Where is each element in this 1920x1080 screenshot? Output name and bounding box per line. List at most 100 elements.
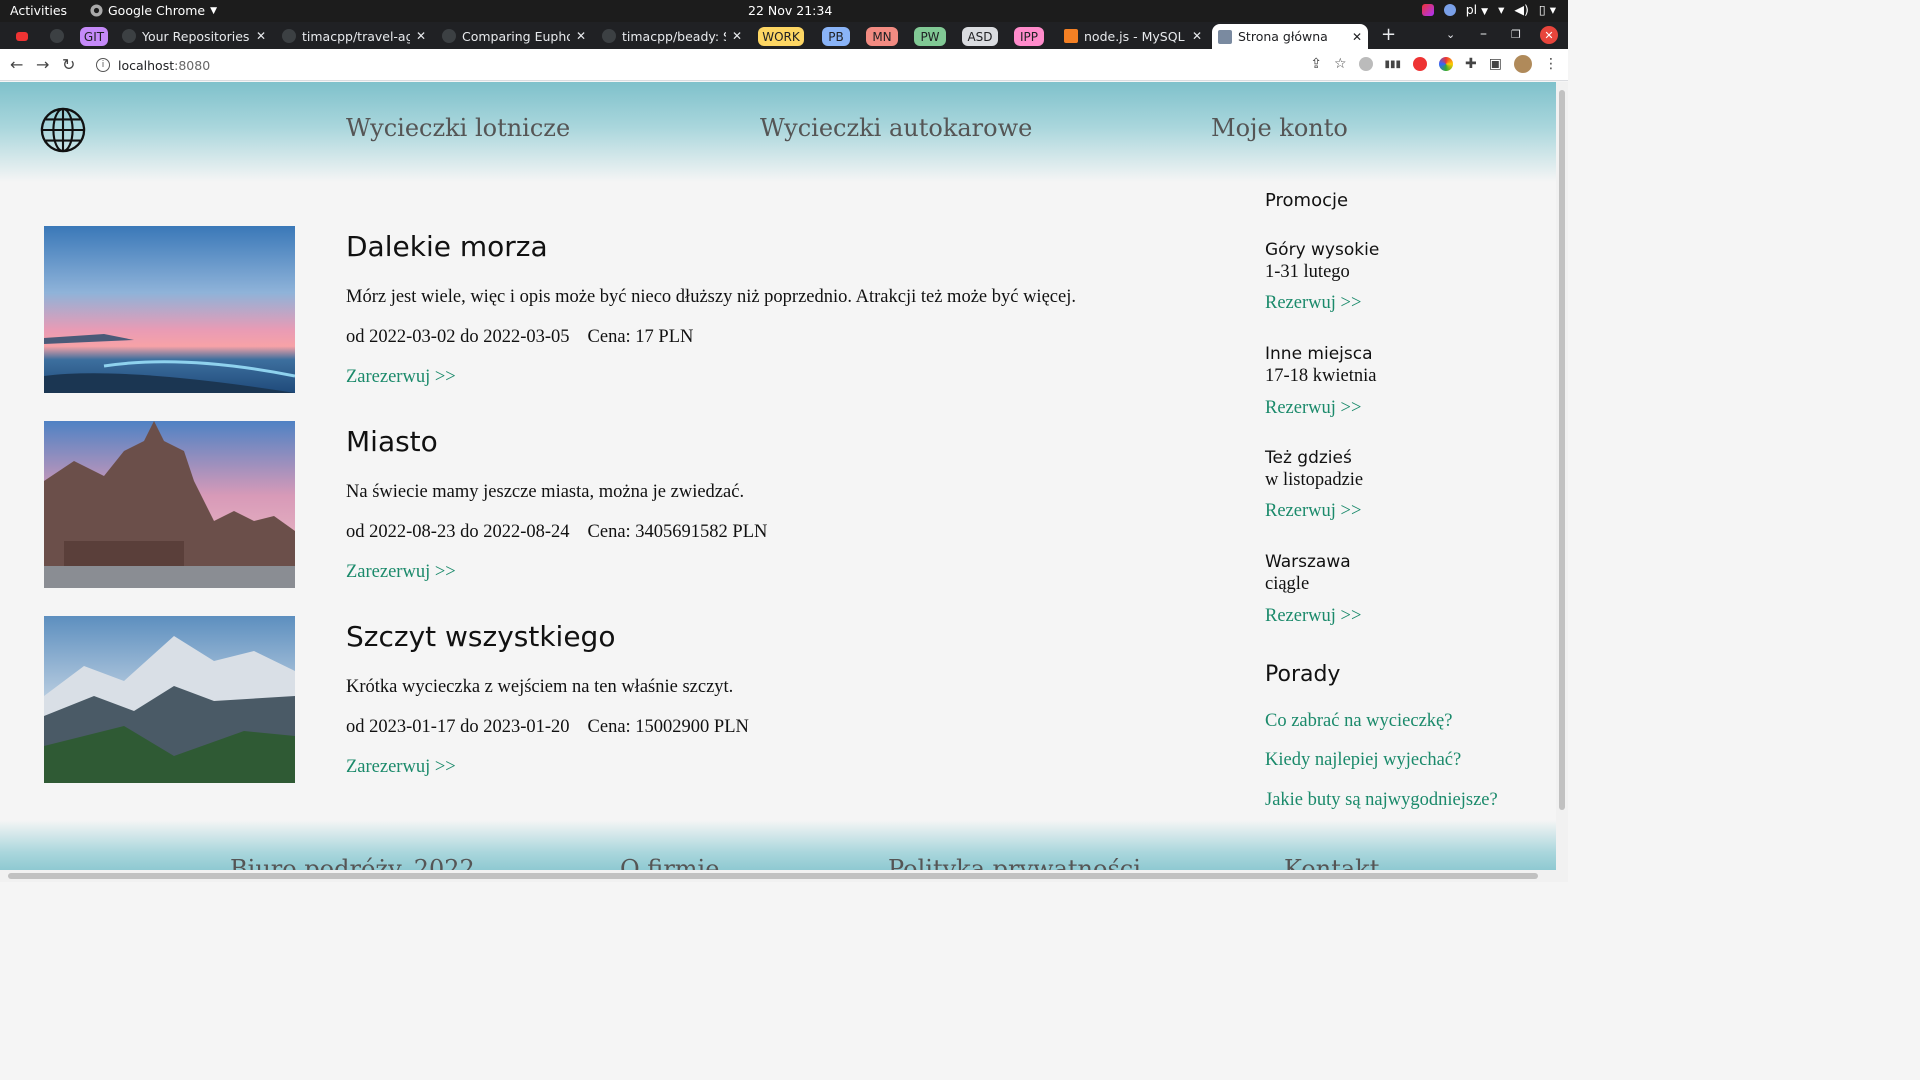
profile-avatar[interactable] — [1514, 55, 1532, 73]
offer-title: Miasto — [346, 425, 438, 458]
tab-group-git[interactable]: GIT — [80, 27, 108, 46]
extension-bars-icon[interactable]: ▮▮▮ — [1385, 59, 1402, 70]
share-icon[interactable]: ⇪ — [1310, 56, 1322, 72]
extensions-puzzle-icon[interactable]: ✚ — [1465, 56, 1477, 72]
close-icon[interactable]: ✕ — [256, 29, 266, 43]
language-indicator[interactable]: pl ▼ — [1466, 2, 1488, 17]
wifi-icon: ▾ — [1498, 2, 1505, 17]
chevron-down-icon: ▼ — [210, 5, 218, 16]
color-picker-icon[interactable] — [1421, 3, 1434, 16]
offer-dates: od 2022-08-23 do 2022-08-24 — [346, 522, 570, 542]
github-icon — [282, 29, 296, 43]
new-tab-button[interactable]: + — [1381, 24, 1396, 45]
tab-group-mn[interactable]: MN — [866, 27, 898, 46]
vertical-scrollbar[interactable] — [1556, 82, 1568, 870]
forward-button[interactable]: → — [36, 55, 49, 74]
tab-group-pb[interactable]: PB — [822, 27, 850, 46]
app-name: Google Chrome — [108, 3, 206, 18]
address-bar[interactable]: i localhost:8080 — [88, 53, 1348, 77]
menu-kebab-icon[interactable]: ⋮ — [1544, 56, 1558, 72]
footer-about-link[interactable]: O firmie — [620, 855, 719, 870]
tab-nodejs-mysql[interactable]: node.js - MySQL 8.0✕ — [1058, 25, 1208, 47]
browser-tab-strip: GIT Your Repositories ✕ timacpp/travel-ag… — [0, 22, 1568, 49]
pinned-tab-github[interactable] — [44, 25, 70, 47]
chevron-down-icon: ▼ — [1481, 7, 1489, 17]
clock[interactable]: 22 Nov 21:34 — [748, 3, 832, 18]
volume-icon: ◀) — [1514, 2, 1529, 17]
tab-group-work[interactable]: WORK — [758, 27, 804, 46]
offer-title: Szczyt wszystkiego — [346, 620, 616, 653]
reload-button[interactable]: ↻ — [62, 55, 75, 74]
github-icon — [442, 29, 456, 43]
reserve-link[interactable]: Zarezerwuj >> — [346, 757, 456, 778]
url-host: localhost — [118, 57, 175, 73]
tab-beady[interactable]: timacpp/beady: Sh✕ — [596, 25, 748, 47]
restore-button[interactable]: ❐ — [1511, 28, 1521, 41]
web-page: Wycieczki lotnicze Wycieczki autokarowe … — [0, 82, 1556, 870]
promo-reserve-link[interactable]: Rezerwuj >> — [1265, 293, 1361, 314]
activities-button[interactable]: Activities — [10, 3, 67, 18]
offer-image-city — [44, 421, 295, 588]
bookmark-star-icon[interactable]: ☆ — [1334, 56, 1347, 72]
offer-description: Na świecie mamy jeszcze miasta, można je… — [346, 482, 745, 502]
browser-toolbar: ← → ↻ i localhost:8080 ⇪ ☆ ▮▮▮ ✚ ▣ ⋮ — [0, 49, 1568, 81]
offer-price: Cena: 17 PLN — [587, 327, 694, 347]
close-icon[interactable]: ✕ — [732, 29, 742, 43]
tab-your-repositories[interactable]: Your Repositories ✕ — [116, 25, 272, 47]
chrome-icon — [90, 4, 103, 17]
promo-reserve-link[interactable]: Rezerwuj >> — [1265, 398, 1361, 419]
reserve-link[interactable]: Zarezerwuj >> — [346, 367, 456, 388]
close-icon[interactable]: ✕ — [1352, 30, 1362, 44]
side-panel-icon[interactable]: ▣ — [1489, 56, 1502, 72]
tip-link[interactable]: Co zabrać na wycieczkę? — [1265, 711, 1452, 732]
tab-comparing[interactable]: Comparing Euphor ✕ — [436, 25, 592, 47]
info-icon[interactable]: i — [96, 58, 110, 72]
minimize-button[interactable]: – — [1480, 26, 1487, 42]
offer-description: Mórz jest wiele, więc i opis może być ni… — [346, 287, 1076, 307]
url-port: :8080 — [174, 57, 211, 73]
horizontal-scrollbar[interactable] — [0, 870, 1568, 882]
close-window-button[interactable]: ✕ — [1540, 26, 1558, 44]
system-tray[interactable]: pl ▼ ▾ ◀) ▯ ▾ — [1421, 2, 1556, 17]
tab-group-pw[interactable]: PW — [914, 27, 946, 46]
promo-reserve-link[interactable]: Rezerwuj >> — [1265, 501, 1361, 522]
translate-icon[interactable] — [1358, 57, 1373, 71]
offer-image-sea — [44, 226, 295, 393]
tip-link[interactable]: Kiedy najlepiej wyjechać? — [1265, 750, 1461, 771]
close-icon[interactable]: ✕ — [576, 29, 586, 43]
promo-name: Góry wysokie — [1265, 240, 1380, 260]
github-icon — [50, 29, 64, 43]
promotions-heading: Promocje — [1265, 190, 1349, 211]
close-icon[interactable]: ✕ — [416, 29, 426, 43]
tab-search-button[interactable]: ⌄ — [1446, 28, 1455, 41]
promo-date: w listopadzie — [1265, 470, 1364, 490]
back-button[interactable]: ← — [10, 55, 23, 74]
youtube-icon — [16, 31, 28, 41]
promo-reserve-link[interactable]: Rezerwuj >> — [1265, 606, 1361, 627]
pinned-tab-youtube[interactable] — [10, 25, 40, 47]
close-icon[interactable]: ✕ — [1192, 29, 1202, 43]
screenshot-icon[interactable] — [1443, 3, 1456, 16]
reserve-link[interactable]: Zarezerwuj >> — [346, 562, 456, 583]
offer-dates: od 2023-01-17 do 2023-01-20 — [346, 717, 570, 737]
color-extension-icon[interactable] — [1439, 57, 1454, 71]
promo-name: Warszawa — [1265, 552, 1351, 572]
scrollbar-thumb[interactable] — [1559, 90, 1565, 810]
footer-privacy-link[interactable]: Polityka prywatności — [888, 855, 1141, 870]
offer-meta: od 2023-01-17 do 2023-01-20 Cena: 1500290… — [346, 717, 767, 738]
stackoverflow-icon — [1064, 29, 1078, 43]
tab-group-ipp[interactable]: IPP — [1014, 27, 1044, 46]
globe-logo-icon[interactable] — [40, 107, 86, 153]
opera-extension-icon[interactable] — [1413, 57, 1428, 71]
app-menu[interactable]: Google Chrome ▼ — [90, 3, 217, 18]
tab-strona-glowna[interactable]: Strona główna ✕ — [1212, 24, 1368, 49]
footer-contact-link[interactable]: Kontakt — [1284, 855, 1379, 870]
nav-flight-trips[interactable]: Wycieczki lotnicze — [346, 114, 570, 142]
tip-link[interactable]: Jakie buty są najwygodniejsze? — [1265, 790, 1498, 811]
tab-group-asd[interactable]: ASD — [962, 27, 998, 46]
tab-travel-agency[interactable]: timacpp/travel-age ✕ — [276, 25, 432, 47]
scrollbar-thumb[interactable] — [8, 873, 1538, 879]
site-footer: Biuro podróży, 2022 O firmie Polityka pr… — [0, 820, 1556, 870]
nav-my-account[interactable]: Moje konto — [1211, 114, 1348, 142]
nav-coach-trips[interactable]: Wycieczki autokarowe — [760, 114, 1032, 142]
